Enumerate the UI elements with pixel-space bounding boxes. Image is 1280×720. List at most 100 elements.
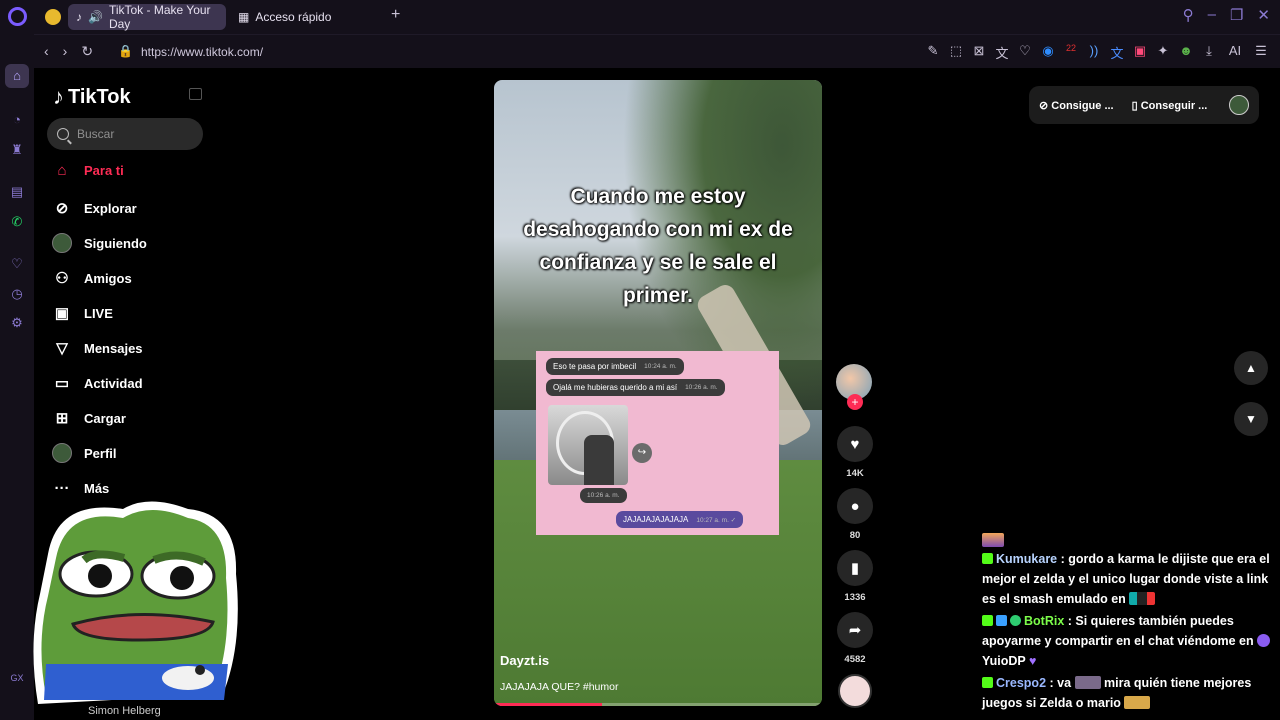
- messages-icon: ▽: [56, 340, 68, 357]
- emote-image: [982, 533, 1004, 547]
- tiktok-note-icon: ♪: [53, 84, 64, 109]
- nav-item-cargar[interactable]: ⊞ Cargar: [52, 408, 126, 428]
- chevron-up-icon: ▲: [1245, 361, 1257, 375]
- kick-badge-icon: [982, 553, 993, 564]
- switch-emote-icon: [1129, 592, 1156, 605]
- video-caption: Cuando me estoy desahogando con mi ex de…: [523, 185, 793, 307]
- save-count: 1336: [844, 592, 866, 603]
- tiktok-favicon-icon: ♪: [76, 10, 82, 24]
- chat-message: Kumukare : gordo a karma le dijiste que …: [982, 552, 1270, 606]
- tiktok-logo[interactable]: ♪ TikTok: [53, 84, 131, 110]
- previous-video-button[interactable]: ▲: [1234, 351, 1268, 385]
- snapshot-icon[interactable]: ⬚: [949, 43, 963, 62]
- share-count: 4582: [844, 654, 866, 665]
- comment-icon: ●: [850, 497, 860, 515]
- comment-count: 80: [849, 530, 861, 541]
- crypto-icon[interactable]: ♜: [9, 142, 25, 158]
- collapse-sidebar-icon[interactable]: [189, 88, 202, 100]
- tab-quick-access[interactable]: ▦ Acceso rápido: [230, 4, 380, 30]
- nav-item-perfil[interactable]: Perfil: [52, 443, 117, 463]
- save-button[interactable]: ▮: [837, 550, 873, 586]
- twitch-icon[interactable]: ▤: [9, 184, 25, 200]
- reload-icon[interactable]: ↻: [81, 43, 93, 60]
- pepe-overlay-image: [33, 501, 238, 704]
- nav-item-para-ti[interactable]: ⌂ Para ti: [52, 160, 123, 180]
- stream-chat-overlay: Kumukare : gordo a karma le dijiste que …: [982, 533, 1278, 715]
- follow-button[interactable]: +: [847, 394, 863, 410]
- url-field[interactable]: https://www.tiktok.com/: [141, 45, 263, 59]
- purple-heart-icon: ♥: [1029, 654, 1037, 668]
- video-progress-bar[interactable]: [494, 703, 822, 706]
- tab-tiktok[interactable]: ♪ 🔊 TikTok - Make Your Day: [68, 3, 226, 31]
- translate-icon[interactable]: 文: [995, 43, 1009, 62]
- nav-item-mensajes[interactable]: ▽ Mensajes: [52, 338, 142, 358]
- opera-logo-icon[interactable]: [8, 7, 27, 26]
- get-coins-button[interactable]: ⊘ Consigue ...: [1039, 99, 1114, 112]
- window-controls: ⚲ – ❐ ✕: [1183, 6, 1270, 24]
- kick-badge-icon: [982, 615, 993, 626]
- chevron-down-icon: ▼: [1245, 412, 1257, 426]
- heart-icon[interactable]: ♡: [1018, 43, 1032, 62]
- forward-icon: ↪: [632, 443, 652, 463]
- speaker-icon[interactable]: 🔊: [88, 10, 103, 24]
- back-icon[interactable]: ‹: [44, 43, 49, 60]
- next-video-button[interactable]: ▼: [1234, 402, 1268, 436]
- like-button[interactable]: ♥: [837, 426, 873, 462]
- whatsapp-icon[interactable]: ✆: [9, 214, 25, 230]
- puzzle-icon[interactable]: ✦: [1156, 43, 1170, 62]
- bot-badge-icon: [996, 615, 1007, 626]
- grid-icon: ▦: [238, 10, 250, 24]
- pin-icon[interactable]: ✎: [926, 43, 940, 62]
- minimize-icon[interactable]: –: [1208, 6, 1216, 24]
- video-player[interactable]: Cuando me estoy desahogando con mi ex de…: [494, 80, 822, 706]
- favorites-icon[interactable]: ♡: [9, 256, 25, 272]
- emote-icon: [1124, 696, 1151, 709]
- translate-ext-icon[interactable]: 文: [1110, 43, 1124, 62]
- search-input[interactable]: Buscar: [47, 118, 203, 150]
- live-icon: ▣: [54, 305, 70, 322]
- comment-button[interactable]: ●: [837, 488, 873, 524]
- nav-item-explorar[interactable]: ⊘ Explorar: [52, 198, 137, 218]
- settings-icon[interactable]: ⚙: [9, 315, 25, 331]
- verified-badge-icon: [1010, 615, 1021, 626]
- adblock-icon[interactable]: ⊠: [972, 43, 986, 62]
- download-icon[interactable]: ⤓: [1202, 43, 1216, 62]
- nav-item-amigos[interactable]: ⚇ Amigos: [52, 268, 131, 288]
- history-icon[interactable]: ◷: [9, 286, 25, 302]
- tab-label: TikTok - Make Your Day: [108, 3, 211, 31]
- close-icon[interactable]: ✕: [1257, 6, 1270, 24]
- record-icon[interactable]: ▣: [1133, 43, 1147, 62]
- lock-icon[interactable]: 🔒: [118, 44, 133, 58]
- search-tabs-icon[interactable]: ⚲: [1183, 6, 1194, 24]
- browser-tab-bar: ♪ 🔊 TikTok - Make Your Day ▦ Acceso rápi…: [0, 0, 1280, 34]
- new-tab-button[interactable]: +: [391, 6, 400, 24]
- ai-button[interactable]: AI: [1225, 43, 1245, 62]
- audio-icon[interactable]: )): [1087, 43, 1101, 62]
- pinned-tab-icon[interactable]: [45, 9, 61, 25]
- chat-bubble: Ojalá me hubieras querido a mi así 10:26 …: [546, 379, 725, 396]
- menu-icon[interactable]: ☰: [1254, 43, 1268, 62]
- user-avatar[interactable]: [1229, 95, 1249, 115]
- aria-icon[interactable]: ◔: [9, 112, 25, 128]
- video-description[interactable]: JAJAJAJA QUE? #humor: [500, 681, 618, 693]
- friends-icon: ⚇: [55, 270, 69, 287]
- home-icon[interactable]: ⌂: [5, 64, 29, 88]
- shazam-icon[interactable]: ◉: [1041, 43, 1055, 62]
- get-app-button[interactable]: ▯ Conseguir ...: [1132, 99, 1208, 112]
- share-button[interactable]: ➦: [837, 612, 873, 648]
- extension-badge-icon[interactable]: 22: [1064, 43, 1078, 62]
- nav-item-live[interactable]: ▣ LIVE: [52, 303, 113, 323]
- chat-message: Crespo2 : va mira quién tiene mejores ju…: [982, 676, 1252, 710]
- game-icon[interactable]: ☻: [1179, 43, 1193, 62]
- forward-icon[interactable]: ›: [63, 43, 68, 60]
- kick-badge-icon: [982, 677, 993, 688]
- nav-item-siguiendo[interactable]: Siguiendo: [52, 233, 147, 253]
- like-count: 14K: [846, 468, 864, 479]
- gx-icon[interactable]: GX: [9, 670, 25, 686]
- nav-item-actividad[interactable]: ▭ Actividad: [52, 373, 143, 393]
- music-disc[interactable]: [838, 674, 872, 708]
- maximize-icon[interactable]: ❐: [1230, 6, 1243, 24]
- video-username[interactable]: Dayzt.is: [500, 653, 549, 668]
- bookmark-icon: ▮: [850, 560, 860, 577]
- address-bar: ‹ › ↻ 🔒 https://www.tiktok.com/ ✎ ⬚ ⊠ 文 …: [34, 34, 1280, 68]
